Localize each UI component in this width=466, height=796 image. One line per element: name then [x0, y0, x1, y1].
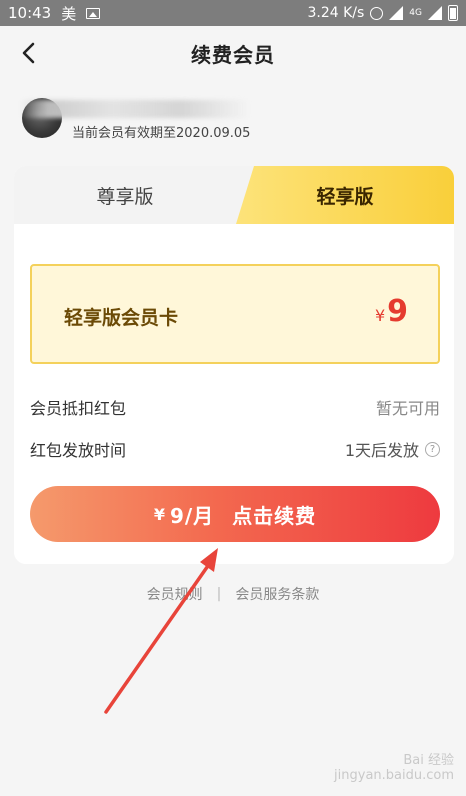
watermark-url: jingyan.baidu.com: [334, 768, 454, 784]
plan-name: 轻享版会员卡: [64, 307, 179, 329]
status-bar: 10:43 美 3.24 K/s 4G: [0, 0, 466, 26]
image-notification-icon: [86, 7, 101, 19]
status-time: 10:43: [8, 4, 52, 22]
back-button[interactable]: [14, 38, 44, 68]
coupon-row[interactable]: 会员抵扣红包 暂无可用: [30, 392, 440, 422]
plan-price-value: 9: [387, 294, 408, 329]
plan-option-lite-card[interactable]: 轻享版会员卡 ¥ 9: [30, 264, 440, 364]
renew-price: 9/月: [169, 503, 215, 528]
footer-links: 会员规则 | 会员服务条款: [0, 584, 466, 604]
plan-price: ¥ 9: [375, 294, 408, 329]
member-rules-link[interactable]: 会员规则: [147, 584, 203, 604]
tab-lite[interactable]: 轻享版: [236, 166, 454, 224]
signal-icon-2: [428, 6, 442, 20]
header: 续费会员: [0, 26, 466, 80]
username-blurred: [20, 100, 250, 118]
watermark-logo-text: Bai 经验: [403, 752, 454, 768]
back-arrow-icon: [22, 42, 35, 64]
network-type-label: 4G: [409, 8, 422, 18]
coupon-time-row: 红包发放时间 1天后发放 ?: [30, 434, 440, 464]
help-icon[interactable]: ?: [425, 441, 440, 457]
plan-tabs: 尊享版 轻享版: [14, 166, 454, 224]
status-carrier: 美: [61, 4, 77, 23]
renew-button[interactable]: ¥ 9/月 点击续费: [30, 486, 440, 542]
footer-separator: |: [216, 586, 222, 602]
card-body: 轻享版会员卡 ¥ 9 会员抵扣红包 暂无可用 红包发放时间 1天后发放 ? ¥ …: [14, 224, 454, 564]
plan-currency: ¥: [374, 306, 386, 325]
coupon-time-value-wrap: 1天后发放 ?: [345, 437, 440, 461]
membership-card: 尊享版 轻享版 轻享版会员卡 ¥ 9 会员抵扣红包 暂无可用 红包发放时间 1天…: [14, 166, 454, 564]
member-terms-link[interactable]: 会员服务条款: [235, 584, 319, 604]
renew-currency: ¥: [153, 504, 166, 524]
battery-icon: [448, 5, 458, 21]
signal-icon: [389, 6, 404, 20]
status-speed: 3.24 K/s: [307, 5, 365, 21]
page-title: 续费会员: [191, 42, 275, 67]
coupon-time-label: 红包发放时间: [30, 441, 127, 460]
coupon-time-value: 1天后发放: [344, 441, 419, 460]
renew-action-label: 点击续费: [232, 503, 317, 528]
membership-expiry: 当前会员有效期至2020.09.05: [72, 126, 251, 141]
tab-premium[interactable]: 尊享版: [14, 166, 236, 224]
coupon-value: 暂无可用: [375, 399, 440, 418]
coupon-label: 会员抵扣红包: [30, 399, 127, 418]
user-info: 当前会员有效期至2020.09.05: [18, 96, 448, 146]
watermark: Bai 经验 jingyan.baidu.com: [334, 753, 454, 784]
alarm-icon: [370, 6, 384, 20]
